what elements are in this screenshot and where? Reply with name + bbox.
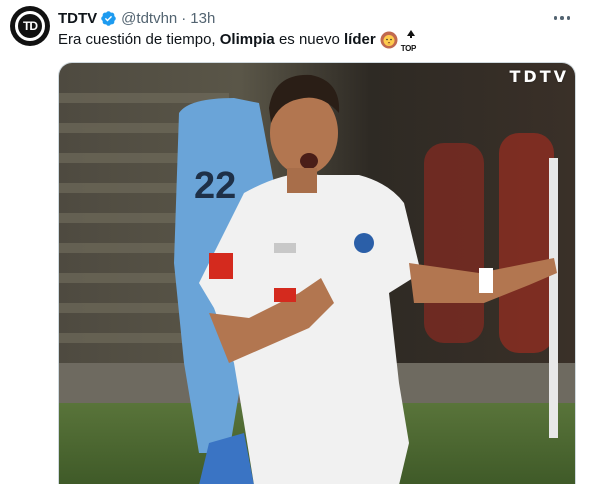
watermark-logo: TDTV: [509, 67, 569, 86]
tweet-text-bold-lider: líder: [344, 31, 376, 48]
top-arrow-emoji-icon: TOP: [401, 30, 421, 53]
avatar[interactable]: TD: [10, 6, 50, 46]
avatar-logo: TD: [15, 11, 45, 41]
display-name[interactable]: TDTV: [58, 10, 97, 27]
avatar-text: TD: [23, 19, 38, 33]
tweet-text-bold-olimpia: Olimpia: [219, 31, 275, 48]
handle[interactable]: @tdtvhn: [121, 10, 177, 27]
jersey-number: 22: [194, 165, 236, 207]
tweet-header: TDTV @tdtvhn · 13h: [58, 8, 215, 28]
verified-badge-icon: [101, 10, 116, 26]
tweet-media[interactable]: 22 TDTV: [58, 62, 576, 484]
tweet[interactable]: TD TDTV @tdtvhn · 13h Era cuestión de ti…: [0, 0, 590, 484]
top-emoji-label: TOP: [400, 44, 417, 53]
tweet-text: Era cuestión de tiempo, Olimpia es nuevo…: [58, 30, 421, 53]
separator-dot: ·: [181, 9, 187, 27]
tweet-text-part2: es nuevo: [274, 31, 344, 48]
timestamp[interactable]: 13h: [190, 10, 215, 27]
lion-emoji-icon: [380, 31, 398, 49]
tweet-text-part1: Era cuestión de tiempo,: [58, 31, 220, 48]
more-options-icon[interactable]: [552, 8, 572, 28]
match-photo: 22: [59, 63, 575, 484]
